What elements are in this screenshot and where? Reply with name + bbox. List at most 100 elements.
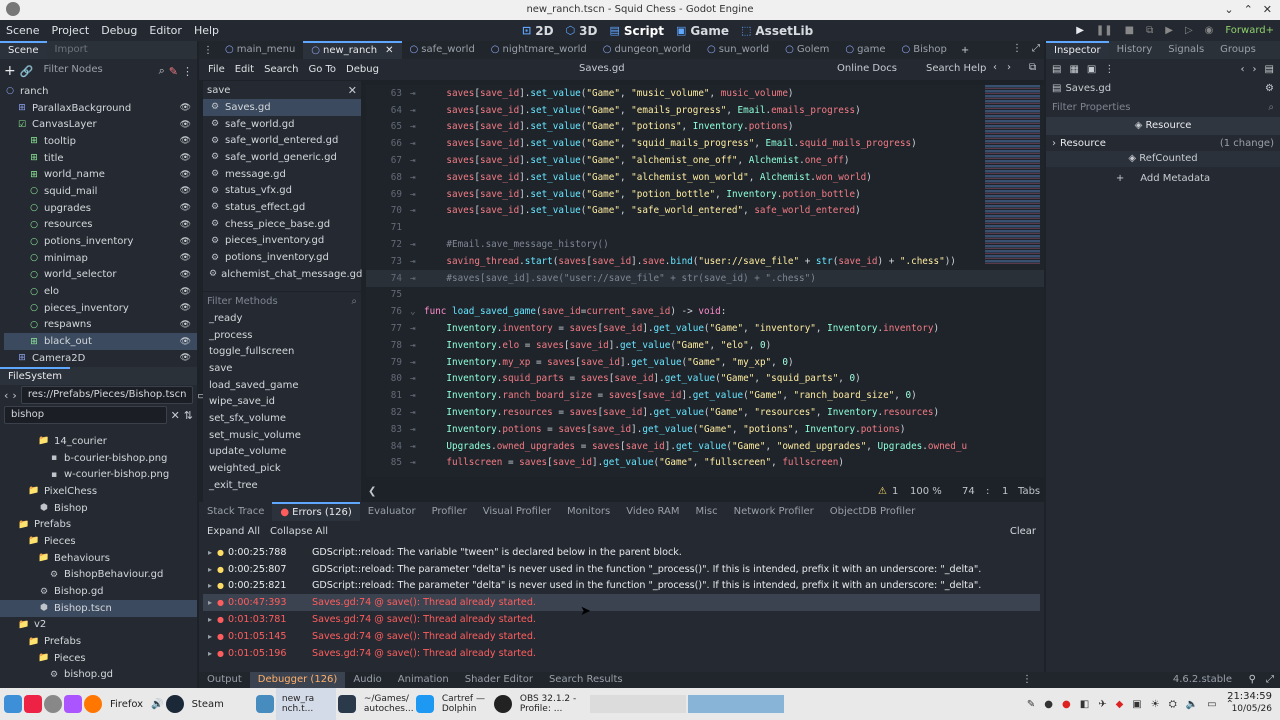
expand-all-button[interactable]: Expand All <box>207 526 260 537</box>
fs-item[interactable]: 📁 Prefabs <box>0 633 197 650</box>
debugger-tab-6[interactable]: Video RAM <box>618 503 687 520</box>
fold-gutter[interactable]: ⇥ <box>410 357 424 368</box>
code-line[interactable]: 69 ⇥ saves[save_id].set_value("Game", "po… <box>366 186 1044 203</box>
online-docs-button[interactable]: Online Docs <box>837 63 897 74</box>
fold-gutter[interactable]: ⇥ <box>410 424 424 435</box>
code-line[interactable]: 78 ⇥ Inventory.elo = saves[save_id].get_v… <box>366 337 1044 354</box>
new-resource-icon[interactable]: ▤ <box>1052 64 1061 75</box>
dolphin-icon[interactable] <box>415 695 434 713</box>
expand-resource-icon[interactable]: › <box>1052 138 1056 149</box>
debugger-tab-8[interactable]: Network Profiler <box>726 503 822 520</box>
bottom-tab-4[interactable]: Shader Editor <box>457 672 541 688</box>
workspace-game[interactable]: ▣ Game <box>676 24 729 38</box>
fold-gutter[interactable]: ⇥ <box>410 138 424 149</box>
obs-icon[interactable] <box>493 695 512 713</box>
debugger-tab-0[interactable]: Stack Trace <box>199 503 272 520</box>
next-script-icon[interactable]: › <box>1007 62 1011 73</box>
fold-gutter[interactable]: ⇥ <box>410 390 424 401</box>
expand-icon[interactable]: ▸ <box>203 565 217 574</box>
tab-history[interactable]: History <box>1109 41 1161 59</box>
script-item[interactable]: ⚙ status_effect.gd <box>203 199 361 216</box>
float-icon[interactable]: ⧉ <box>1029 62 1036 73</box>
visibility-icon[interactable]: 👁 <box>180 203 191 213</box>
fold-gutter[interactable]: ⇥ <box>410 205 424 216</box>
open-resource-icon[interactable]: ▦ <box>1069 64 1078 75</box>
script-item[interactable]: ⚙ status_vfx.gd <box>203 182 361 199</box>
tab-import[interactable]: Import <box>47 41 96 59</box>
fold-gutter[interactable]: ⇥ <box>410 121 424 132</box>
fs-item[interactable]: ▪ b-courier-bishop.png <box>0 450 197 467</box>
fs-item[interactable]: ⚙ bishop.gd <box>0 667 197 684</box>
bottom-tab-2[interactable]: Audio <box>345 672 389 688</box>
save-resource-icon[interactable]: ▣ <box>1087 64 1096 75</box>
object-history-icon[interactable]: ▤ <box>1265 64 1274 75</box>
bottom-tab-1[interactable]: Debugger (126) <box>249 672 346 688</box>
play-scene-icon[interactable]: ▶ <box>1165 25 1173 36</box>
fs-item[interactable]: 📁 Behaviours <box>0 550 197 567</box>
menu-project[interactable]: Project <box>46 20 96 41</box>
fold-gutter[interactable]: ⇥ <box>410 239 424 250</box>
fs-item[interactable]: ⚙ BishopBehaviour.gd <box>0 567 197 584</box>
add-tab-icon[interactable]: + <box>955 45 975 56</box>
scene-node-ranch[interactable]: ○ ranch <box>4 83 197 100</box>
menu-editor[interactable]: Editor <box>143 20 188 41</box>
visibility-icon[interactable]: 👁 <box>180 220 191 230</box>
sort-icon[interactable]: ⇅ <box>184 409 193 422</box>
error-row[interactable]: ▸ ● 0:01:05:145 Saves.gd:74 @ save(): Threa… <box>203 628 1040 645</box>
scene-node-parallaxbackground[interactable]: ⊞ ParallaxBackground 👁 <box>4 100 197 117</box>
tab-filesystem[interactable]: FileSystem <box>0 367 71 385</box>
code-line[interactable]: 75 <box>366 287 1044 304</box>
fold-gutter[interactable]: ⇥ <box>410 273 424 284</box>
visibility-icon[interactable]: 👁 <box>180 103 191 113</box>
start-menu-icon[interactable] <box>4 695 22 713</box>
clear-search-icon[interactable]: ✕ <box>171 409 180 422</box>
fold-gutter[interactable]: ⇥ <box>410 105 424 116</box>
pin-icon[interactable]: ⚲ <box>1249 674 1256 685</box>
scene-node-resources[interactable]: ○ resources 👁 <box>4 217 197 234</box>
method-item[interactable]: save <box>203 360 361 377</box>
scene-node-potions_inventory[interactable]: ○ potions_inventory 👁 <box>4 233 197 250</box>
code-line[interactable]: 68 ⇥ saves[save_id].set_value("Game", "al… <box>366 169 1044 186</box>
debugger-tab-2[interactable]: Evaluator <box>360 503 424 520</box>
visibility-icon[interactable]: 👁 <box>180 186 191 196</box>
play-custom-icon[interactable]: ▷ <box>1185 25 1193 36</box>
code-line[interactable]: 71 <box>366 219 1044 236</box>
script-menu-go-to[interactable]: Go To <box>303 59 341 80</box>
scene-node-elo[interactable]: ○ elo 👁 <box>4 283 197 300</box>
network-icon[interactable]: ⛭ <box>1169 699 1177 710</box>
debugger-tab-4[interactable]: Visual Profiler <box>475 503 559 520</box>
fs-item[interactable]: 📁 14_courier <box>0 433 197 450</box>
code-line[interactable]: 81 ⇥ Inventory.ranch_board_size = saves[s… <box>366 387 1044 404</box>
code-line[interactable]: 73 ⇥ saving_thread.start(saves[save_id].s… <box>366 253 1044 270</box>
method-item[interactable]: _ready <box>203 310 361 327</box>
visibility-icon[interactable]: 👁 <box>180 303 191 313</box>
close-tab-icon[interactable]: ✕ <box>385 45 393 56</box>
history-back-icon[interactable]: ‹ <box>1241 64 1245 75</box>
play-icon[interactable]: ▶ <box>1076 25 1084 36</box>
zoom-level[interactable]: 100 % <box>910 486 942 497</box>
bottom-tab-5[interactable]: Search Results <box>541 672 631 688</box>
error-row[interactable]: ▸ ● 0:00:25:807 GDScript::reload: The param… <box>203 561 1040 578</box>
filter-properties-input[interactable]: Filter Properties <box>1052 102 1130 113</box>
code-line[interactable]: 70 ⇥ saves[save_id].set_value("Game", "sa… <box>366 203 1044 220</box>
movie-icon[interactable]: ◉ <box>1205 25 1214 36</box>
visibility-icon[interactable]: 👁 <box>180 253 191 263</box>
pager-desktop-1[interactable] <box>589 695 686 713</box>
fold-gutter[interactable]: ⇥ <box>410 155 424 166</box>
method-item[interactable]: update_volume <box>203 444 361 461</box>
godot-icon[interactable] <box>255 695 274 713</box>
taskbar-firefox[interactable]: Firefox <box>104 688 149 720</box>
pause-icon[interactable]: ❚❚ <box>1096 25 1113 36</box>
link-icon[interactable]: 🔗 <box>20 65 34 78</box>
method-item[interactable]: toggle_fullscreen <box>203 343 361 360</box>
tab-inspector[interactable]: Inspector <box>1046 41 1109 59</box>
script-item[interactable]: ⚙ potions_inventory.gd <box>203 249 361 266</box>
scene-tab-game[interactable]: ○ game <box>837 41 893 59</box>
clear-errors-button[interactable]: Clear <box>1010 526 1036 537</box>
record-red-icon[interactable]: ● <box>1062 699 1071 710</box>
extra-options-icon[interactable]: ⋮ <box>1104 64 1114 75</box>
volume-icon[interactable]: 🔈 <box>1186 699 1198 710</box>
renderer-select[interactable]: Forward+ <box>1225 25 1274 36</box>
script-menu-edit[interactable]: Edit <box>230 59 259 80</box>
bucket-icon[interactable]: ◧ <box>1080 699 1089 710</box>
